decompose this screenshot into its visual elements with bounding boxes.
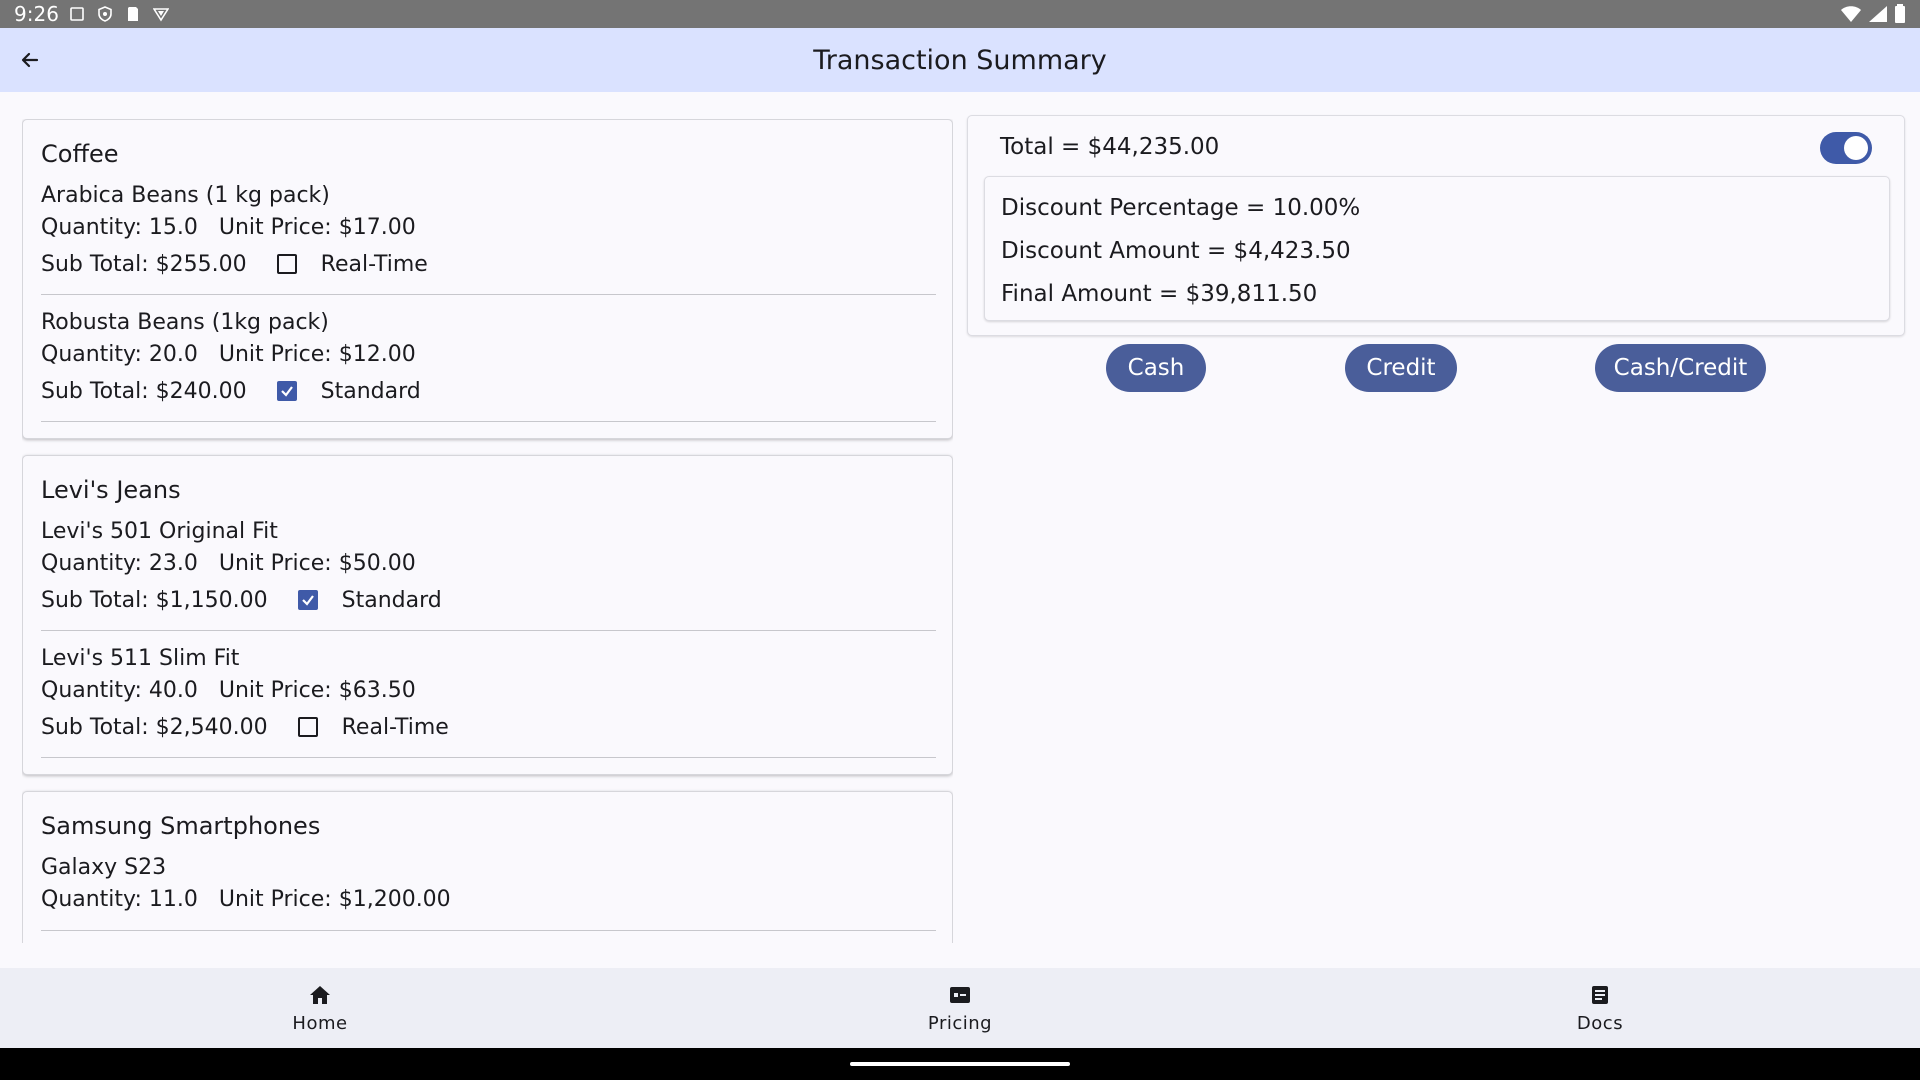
nav-label: Pricing xyxy=(927,1012,993,1034)
list-item: Galaxy S23 Quantity: 11.0 Unit Price: $1… xyxy=(41,852,936,931)
item-unit-price: Unit Price: $63.50 xyxy=(218,678,416,703)
list-item: Levi's 501 Original Fit Quantity: 23.0 U… xyxy=(41,516,936,631)
item-subtotal: Sub Total: $255.00 xyxy=(41,251,247,277)
item-name: Levi's 511 Slim Fit xyxy=(41,646,240,671)
item-quantity-price: Quantity: 11.0 Unit Price: $1,200.00 xyxy=(41,884,936,916)
check-icon xyxy=(301,595,314,606)
standard-checkbox[interactable] xyxy=(276,381,297,401)
page-title: Transaction Summary xyxy=(813,44,1107,76)
group-card-samsung-smartphones: Samsung Smartphones Galaxy S23 Quantity:… xyxy=(22,791,953,943)
group-card-levis-jeans: Levi's Jeans Levi's 501 Original Fit Qua… xyxy=(22,455,953,775)
discount-toggle[interactable] xyxy=(1820,132,1872,164)
shield-icon xyxy=(98,6,112,22)
status-time: 9:26 xyxy=(14,2,59,26)
bottom-navigation: Home Pricing Docs xyxy=(0,968,1920,1048)
app-bar: Transaction Summary xyxy=(0,28,1920,92)
item-name: Arabica Beans (1 kg pack) xyxy=(41,183,330,208)
item-unit-price: Unit Price: $17.00 xyxy=(218,215,416,240)
item-name: Levi's 501 Original Fit xyxy=(41,519,278,544)
wifi-icon xyxy=(1841,6,1861,22)
status-bar: 9:26 xyxy=(0,0,1920,28)
item-subtotal: Sub Total: $240.00 xyxy=(41,378,247,404)
item-subtotal-row: Sub Total: $2,540.00 Real-Time xyxy=(41,711,936,743)
item-quantity: Quantity: 20.0 xyxy=(41,342,198,367)
credit-button[interactable]: Credit xyxy=(1345,344,1457,392)
screenshot-icon xyxy=(70,7,84,21)
item-subtotal: Sub Total: $2,540.00 xyxy=(41,714,268,740)
discount-details: Discount Percentage = 10.00% Discount Am… xyxy=(984,176,1890,321)
list-item: Levi's 511 Slim Fit Quantity: 40.0 Unit … xyxy=(41,643,936,758)
product-list[interactable]: Coffee Arabica Beans (1 kg pack) Quantit… xyxy=(22,119,953,943)
item-quantity-price: Quantity: 20.0 Unit Price: $12.00 xyxy=(41,339,936,371)
nav-item-docs[interactable]: Docs xyxy=(1280,968,1920,1048)
nav-item-home[interactable]: Home xyxy=(0,968,640,1048)
item-quantity: Quantity: 11.0 xyxy=(41,887,198,912)
home-gesture-handle[interactable] xyxy=(850,1062,1070,1066)
item-subtotal-row: Sub Total: $240.00 Standard xyxy=(41,375,936,407)
item-subtotal-row: Sub Total: $1,150.00 Standard xyxy=(41,584,936,616)
item-quantity: Quantity: 40.0 xyxy=(41,678,198,703)
group-title: Coffee xyxy=(41,140,119,168)
list-item: Robusta Beans (1kg pack) Quantity: 20.0 … xyxy=(41,307,936,422)
summary-card: Total = $44,235.00 Discount Percentage =… xyxy=(967,115,1905,336)
document-icon xyxy=(1588,983,1612,1007)
discount-amount: Discount Amount = $4,423.50 xyxy=(1001,238,1351,264)
total-amount: Total = $44,235.00 xyxy=(1000,134,1220,160)
sd-card-icon xyxy=(127,7,138,21)
standard-checkbox[interactable] xyxy=(297,590,318,610)
group-title: Samsung Smartphones xyxy=(41,812,321,840)
checkbox-label: Real-Time xyxy=(320,251,428,277)
item-quantity: Quantity: 23.0 xyxy=(41,551,198,576)
signal-icon xyxy=(1869,6,1887,22)
nav-item-pricing[interactable]: Pricing xyxy=(640,968,1280,1048)
pricing-icon xyxy=(948,983,972,1007)
item-name: Galaxy S23 xyxy=(41,855,167,880)
checkbox-label: Real-Time xyxy=(341,714,449,740)
checkbox-label: Standard xyxy=(341,587,442,613)
cash-credit-button[interactable]: Cash/Credit xyxy=(1595,344,1766,392)
back-button[interactable] xyxy=(14,44,46,76)
nav-label: Home xyxy=(292,1012,348,1034)
item-unit-price: Unit Price: $1,200.00 xyxy=(218,887,451,912)
list-item: Arabica Beans (1 kg pack) Quantity: 15.0… xyxy=(41,180,936,295)
nav-label: Docs xyxy=(1576,1012,1624,1034)
toggle-knob xyxy=(1844,136,1868,160)
group-card-coffee: Coffee Arabica Beans (1 kg pack) Quantit… xyxy=(22,119,953,439)
item-quantity-price: Quantity: 23.0 Unit Price: $50.00 xyxy=(41,548,936,580)
item-subtotal-row: Sub Total: $255.00 Real-Time xyxy=(41,248,936,280)
item-subtotal: Sub Total: $1,150.00 xyxy=(41,587,268,613)
home-icon xyxy=(308,983,332,1007)
item-unit-price: Unit Price: $50.00 xyxy=(218,551,416,576)
vpn-icon xyxy=(152,8,169,22)
battery-icon xyxy=(1895,4,1905,23)
item-name: Robusta Beans (1kg pack) xyxy=(41,310,329,335)
cash-button[interactable]: Cash xyxy=(1106,344,1206,392)
item-quantity-price: Quantity: 15.0 Unit Price: $17.00 xyxy=(41,212,936,244)
realtime-checkbox[interactable] xyxy=(276,254,297,274)
status-right-icons xyxy=(1840,4,1906,24)
realtime-checkbox[interactable] xyxy=(297,717,318,737)
item-quantity: Quantity: 15.0 xyxy=(41,215,198,240)
group-title: Levi's Jeans xyxy=(41,476,181,504)
final-amount: Final Amount = $39,811.50 xyxy=(1001,281,1318,307)
checkbox-label: Standard xyxy=(320,378,421,404)
discount-percentage: Discount Percentage = 10.00% xyxy=(1001,195,1361,221)
status-icons xyxy=(69,6,169,22)
check-icon xyxy=(280,386,293,397)
system-nav-bar xyxy=(0,1048,1920,1080)
item-unit-price: Unit Price: $12.00 xyxy=(218,342,416,367)
item-quantity-price: Quantity: 40.0 Unit Price: $63.50 xyxy=(41,675,936,707)
arrow-back-icon xyxy=(21,52,39,68)
